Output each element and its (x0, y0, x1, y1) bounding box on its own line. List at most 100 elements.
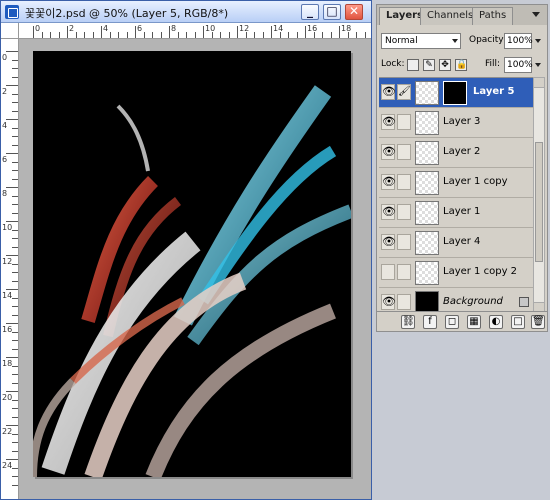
ruler-label: 4 (103, 24, 109, 33)
new-layer-icon[interactable]: □ (511, 315, 525, 329)
eye-icon[interactable]: 👁 (381, 114, 396, 130)
lock-all-icon[interactable]: 🔒 (455, 59, 467, 71)
ruler-label: 12 (239, 24, 250, 33)
link-icon[interactable] (397, 234, 411, 250)
layers-panel: Layers Channels Paths Normal Opacity: 10… (376, 4, 548, 332)
eye-icon[interactable]: 👁 (381, 294, 396, 310)
ruler-label: 6 (2, 155, 8, 164)
ruler-label: 18 (341, 24, 352, 33)
ruler-tick (237, 26, 238, 38)
ruler-tick (12, 476, 18, 477)
layer-row[interactable]: Layer 1 copy 2 (379, 258, 535, 288)
layer-name: Layer 2 (443, 146, 481, 157)
ruler-label: 2 (2, 87, 8, 96)
link-icon[interactable] (397, 114, 411, 130)
ruler-tick (101, 26, 102, 38)
opacity-dropdown-icon[interactable] (535, 39, 541, 43)
eye-icon[interactable]: 👁 (381, 234, 396, 250)
horizontal-ruler[interactable]: 0 2 4 6 8 10 12 14 16 18 (19, 23, 371, 39)
ruler-tick (6, 391, 18, 392)
layer-row[interactable]: 👁 Layer 3 (379, 108, 535, 138)
new-group-icon[interactable]: ▦ (467, 315, 481, 329)
ruler-tick (6, 255, 18, 256)
ruler-label: 22 (2, 427, 13, 436)
ruler-label: 8 (2, 189, 8, 198)
close-button[interactable]: ✕ (345, 4, 363, 20)
scroll-thumb[interactable] (535, 142, 543, 262)
lock-transparency-icon[interactable] (407, 59, 419, 71)
ruler-label: 16 (307, 24, 318, 33)
ruler-tick (152, 32, 153, 38)
blend-mode-select[interactable]: Normal (381, 33, 461, 49)
eye-icon[interactable]: 👁 (381, 84, 396, 100)
layer-row[interactable]: 👁 Background (379, 288, 535, 313)
link-icon[interactable] (397, 294, 411, 310)
maximize-icon: □ (326, 4, 338, 18)
ruler-tick (356, 32, 357, 38)
link-icon[interactable] (397, 174, 411, 190)
eye-icon[interactable]: 👁 (381, 174, 396, 190)
photoshop-icon (5, 5, 19, 19)
lock-row: Lock: ✎ ✥ 🔒 Fill: 100% (377, 55, 547, 75)
layer-mask-thumbnail[interactable] (443, 81, 467, 105)
brush-icon[interactable]: 🖌 (397, 84, 411, 100)
eye-hidden-icon[interactable] (381, 264, 395, 280)
lock-position-icon[interactable]: ✥ (439, 59, 451, 71)
minimize-button[interactable]: _ (301, 4, 319, 20)
ruler-label: 0 (35, 24, 41, 33)
document-titlebar[interactable]: 꽃꽃이2.psd @ 50% (Layer 5, RGB/8*) _ □ ✕ (1, 1, 371, 23)
ruler-tick (12, 178, 18, 180)
layer-name: Background (443, 296, 503, 307)
ruler-tick (12, 161, 18, 163)
eye-icon[interactable]: 👁 (381, 204, 396, 220)
ruler-tick (339, 26, 340, 38)
add-mask-icon[interactable]: ◻ (445, 315, 459, 329)
ruler-tick (50, 32, 51, 38)
ruler-tick (135, 26, 136, 38)
ruler-tick (262, 32, 264, 38)
tab-paths[interactable]: Paths (472, 7, 514, 25)
ruler-tick (12, 68, 18, 69)
ruler-label: 20 (2, 393, 13, 402)
layer-row[interactable]: 👁 Layer 2 (379, 138, 535, 168)
link-icon[interactable] (397, 204, 411, 220)
layer-style-icon[interactable]: f (423, 315, 437, 329)
ruler-label: 16 (2, 325, 13, 334)
vertical-ruler[interactable]: 0 2 4 6 8 10 12 14 16 18 20 22 24 (1, 39, 19, 499)
lock-image-icon[interactable]: ✎ (423, 59, 435, 71)
ruler-tick (12, 399, 18, 401)
layers-list: 👁 🖌 Layer 5 👁 Layer 3 👁 Layer 2 👁 Layer … (379, 77, 535, 313)
link-layers-icon[interactable]: ⛓ (401, 315, 415, 329)
ruler-tick (322, 32, 323, 38)
workspace (19, 39, 371, 499)
layer-row[interactable]: 👁 Layer 4 (379, 228, 535, 258)
ruler-tick (6, 459, 18, 460)
new-adjustment-icon[interactable]: ◐ (489, 315, 503, 329)
maximize-button[interactable]: □ (323, 4, 341, 20)
blend-row: Normal Opacity: 100% (377, 31, 547, 53)
eye-icon[interactable]: 👁 (381, 144, 396, 160)
scroll-up-icon[interactable] (534, 78, 544, 88)
panel-menu-icon[interactable] (529, 9, 543, 21)
ruler-tick (12, 195, 18, 197)
ruler-tick (305, 26, 306, 38)
trash-icon[interactable]: 🗑 (531, 315, 545, 329)
link-icon[interactable] (397, 264, 411, 280)
layers-scrollbar[interactable] (533, 77, 545, 313)
ruler-tick (12, 467, 18, 469)
ruler-tick (271, 26, 272, 38)
layer-row[interactable]: 👁 Layer 1 copy (379, 168, 535, 198)
layer-name: Layer 1 copy 2 (443, 266, 518, 277)
fill-input[interactable]: 100% (504, 57, 533, 73)
ruler-corner[interactable] (1, 23, 19, 39)
layer-row[interactable]: 👁 Layer 1 (379, 198, 535, 228)
opacity-input[interactable]: 100% (504, 33, 533, 49)
link-icon[interactable] (397, 144, 411, 160)
document-canvas[interactable] (33, 51, 351, 477)
layer-row[interactable]: 👁 🖌 Layer 5 (379, 78, 535, 108)
fill-dropdown-icon[interactable] (535, 63, 541, 67)
ruler-tick (12, 348, 18, 350)
ruler-tick (6, 119, 18, 120)
ruler-tick (12, 331, 18, 333)
ruler-tick (12, 170, 18, 171)
